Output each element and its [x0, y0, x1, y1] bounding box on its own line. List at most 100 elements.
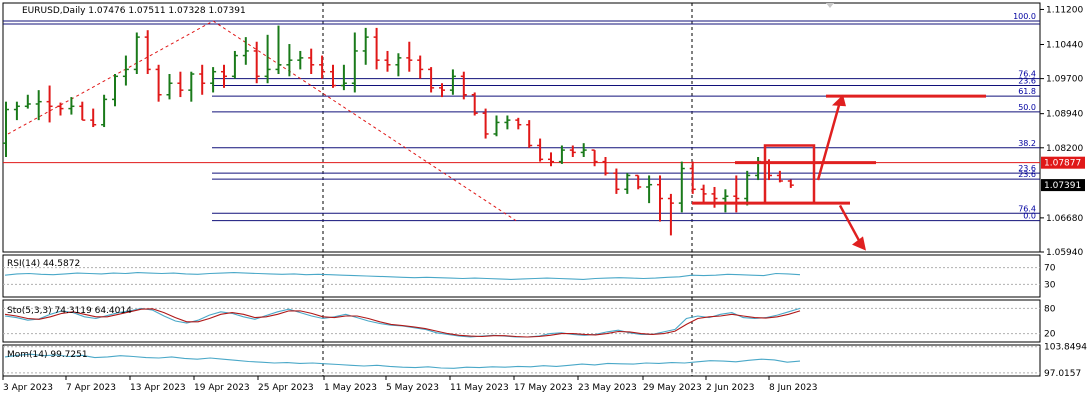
candle-bar: [362, 27, 369, 65]
candle-bar: [210, 67, 217, 93]
candle-bar: [678, 161, 685, 213]
indicator-y-label: 80: [1044, 304, 1056, 314]
candle-bar: [744, 170, 751, 206]
candle-bar: [755, 157, 762, 181]
candle-bar: [537, 138, 544, 162]
y-tick-label: 1.08940: [1046, 110, 1083, 120]
fib-level-label: 50.0: [1018, 103, 1036, 112]
candle-bar: [166, 74, 173, 100]
fib-level-label: 23.6: [1018, 170, 1036, 179]
candle-bar: [449, 69, 456, 95]
indicator-y-label: 30: [1044, 280, 1056, 290]
candle-bar: [526, 120, 533, 148]
candle-bar: [351, 32, 358, 93]
x-tick-label: 2 Jun 2023: [706, 383, 754, 393]
indicator-y-label: 97.0157: [1044, 369, 1081, 379]
x-tick-label: 5 May 2023: [386, 383, 439, 393]
chart-window: 100.0 76.4 23.6 61.8 50.0 38.2 23.6 23.6 76.4 0.0…: [0, 0, 1088, 401]
candle-bar: [493, 115, 500, 137]
candle-bar: [101, 94, 108, 128]
x-tick-label: 19 Apr 2023: [194, 383, 250, 393]
candle-bar: [700, 184, 707, 204]
fib-level-label: 0.0: [1023, 212, 1036, 221]
candle-bar: [199, 64, 206, 95]
candle-bar: [657, 175, 663, 222]
indicator-series-line: [4, 353, 801, 369]
candle-bar: [406, 41, 413, 72]
sto-title: Sto(5,3,3) 74.3119 64.4014: [7, 306, 132, 316]
candle-bar: [591, 149, 598, 167]
candle-bar: [286, 44, 293, 77]
chart-header-symbol: EURUSD,Daily 1.07476 1.07511 1.07328 1.0…: [22, 6, 246, 16]
y-tick-label: 1.11200: [1046, 5, 1083, 15]
down-arrow-shaft: [838, 204, 862, 243]
candle-bar: [221, 64, 227, 88]
candle-bar: [428, 67, 435, 93]
candle-bar: [689, 161, 696, 194]
candle-bar: [264, 34, 271, 84]
y-tick-label: 1.06680: [1046, 214, 1083, 224]
candle-bar: [231, 50, 238, 79]
candle-bar: [722, 189, 729, 213]
x-tick-label: 1 May 2023: [324, 383, 377, 393]
candle-bar: [417, 55, 424, 79]
price-marker-label: 1.07391: [1044, 181, 1081, 191]
candle-bar: [635, 174, 642, 190]
x-tick-label: 25 Apr 2023: [258, 383, 314, 393]
candle-bar: [776, 170, 783, 183]
indicator-y-label: 20: [1044, 330, 1056, 340]
candle-bar: [482, 108, 489, 139]
x-tick-label: 17 May 2023: [514, 383, 573, 393]
y-tick-label: 1.08200: [1046, 144, 1083, 154]
candle-bar: [613, 168, 620, 194]
candle-bar: [177, 71, 184, 98]
candle-bar: [515, 117, 522, 130]
candle-bar: [155, 64, 162, 102]
candle-bar: [188, 71, 195, 102]
indicator-y-label: 103.8494: [1044, 343, 1087, 353]
scroll-indicator-icon: [826, 3, 834, 8]
candle-bar: [330, 64, 336, 88]
indicator-series-line: [4, 272, 801, 280]
candle-bar: [733, 175, 740, 213]
candle-bar: [340, 64, 347, 91]
candle-bar: [548, 152, 554, 167]
x-tick-label: 8 Jun 2023: [769, 383, 817, 393]
indicator-pane-frame-0: [2, 254, 1041, 298]
candle-bar: [57, 102, 64, 116]
candle-bar: [667, 193, 674, 236]
y-tick-label: 1.10440: [1046, 41, 1083, 51]
x-tick-label: 3 Apr 2023: [3, 383, 53, 393]
candle-bar: [395, 53, 402, 77]
indicator-pane-frame-2: [2, 344, 1041, 377]
candle-bar: [90, 108, 97, 128]
indicator-pane-frame-1: [2, 299, 1041, 343]
indicator-y-label: 70: [1044, 264, 1056, 274]
candle-bar: [319, 55, 326, 79]
candle-bar: [297, 50, 304, 70]
candle-bar: [46, 85, 53, 123]
candle-bar: [13, 101, 20, 121]
rsi-title: RSI(14) 44.5872: [7, 259, 80, 269]
x-tick-label: 11 May 2023: [450, 383, 509, 393]
candle-bar: [624, 173, 631, 194]
x-tick-label: 7 Apr 2023: [66, 383, 116, 393]
x-tick-label: 13 Apr 2023: [130, 383, 186, 393]
candle-bar: [3, 101, 9, 158]
fib-level-label: 38.2: [1018, 139, 1036, 148]
fib-level-label: 61.8: [1018, 87, 1036, 96]
fib-level-label: 23.6: [1018, 77, 1036, 86]
consolidation-box: [763, 144, 816, 205]
candle-bar: [787, 179, 794, 188]
candle-bar: [569, 145, 576, 158]
mom-title: Mom(14) 99.7251: [7, 350, 88, 360]
candle-bar: [24, 94, 31, 109]
chart-svg: 100.076.423.661.850.038.223.623.676.40.0…: [2, 2, 1087, 393]
candle-bar: [79, 101, 86, 121]
candle-bar: [384, 50, 391, 72]
candle-bar: [308, 48, 315, 75]
candle-bar: [580, 143, 587, 158]
x-tick-label: 23 May 2023: [578, 383, 637, 393]
up-arrow-shaft: [816, 101, 842, 181]
candle-bar: [112, 74, 118, 107]
